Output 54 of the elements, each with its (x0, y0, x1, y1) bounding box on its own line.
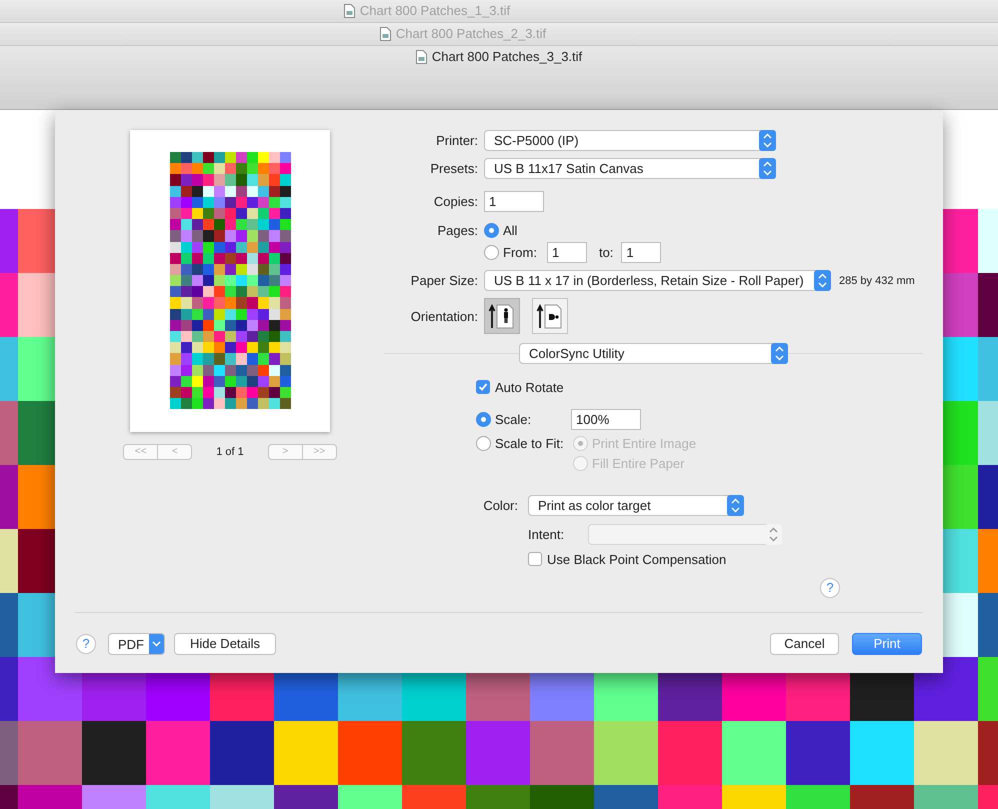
stepper-icon (759, 158, 776, 179)
document-icon (416, 50, 427, 64)
stepper-icon (771, 343, 788, 364)
option-label: All (503, 222, 518, 238)
landscape-orientation-icon (536, 302, 564, 330)
radio-button[interactable] (476, 412, 491, 427)
option-label: Print Entire Image (592, 436, 696, 450)
to-page-field[interactable]: 1 (621, 242, 662, 262)
from-page-field[interactable]: 1 (546, 242, 587, 262)
field-label: Presets: (429, 161, 478, 176)
copies-field[interactable]: 1 (484, 191, 544, 212)
field-label: Printer: (435, 133, 478, 148)
panel-dropdown[interactable]: ColorSync Utility (519, 343, 788, 364)
window-title: Chart 800 Patches_3_3.tif (432, 49, 582, 65)
hide-details-button[interactable]: Hide Details (174, 633, 276, 655)
radio-button[interactable] (484, 244, 499, 260)
stepper-icon (765, 524, 782, 545)
page-indicator: 1 of 1 (216, 446, 244, 458)
checkbox-label: Use Black Point Compensation (547, 552, 726, 566)
field-label: Intent: (528, 527, 566, 542)
field-label: Color: (482, 498, 518, 513)
stepper-icon (759, 130, 776, 151)
orientation-button[interactable] (532, 298, 568, 334)
checkbox[interactable] (476, 380, 490, 394)
field-label: Pages: (436, 222, 478, 238)
option-label: Scale: (495, 412, 532, 427)
option-label: Fill Entire Paper (592, 456, 684, 470)
window-title: Chart 800 Patches_1_3.tif (360, 3, 510, 19)
pdf-menu-button[interactable]: PDF (108, 633, 165, 655)
window-title: Chart 800 Patches_2_3.tif (396, 26, 546, 42)
presets-dropdown[interactable]: US B 11x17 Satin Canvas (484, 158, 776, 179)
radio-button[interactable] (476, 436, 491, 450)
stepper-icon (814, 270, 831, 291)
checkbox[interactable] (528, 552, 542, 566)
radio-button[interactable] (484, 222, 499, 238)
cancel-button[interactable]: Cancel (770, 633, 839, 655)
printer-dropdown[interactable]: SC-P5000 (IP) (484, 130, 776, 151)
field-label: Orientation: (410, 308, 478, 324)
color-dropdown[interactable]: Print as color target (528, 495, 744, 516)
portrait-orientation-icon (488, 302, 516, 330)
document-icon (380, 27, 391, 41)
caret-icon (149, 634, 164, 654)
field-label: to: (598, 244, 614, 260)
stepper-icon (727, 495, 744, 516)
paper-size-dropdown[interactable]: US B 11 x 17 in (Borderless, Retain Size - Roll Paper) (484, 270, 831, 291)
field-label: Copies: (432, 194, 478, 209)
orientation-button[interactable] (484, 298, 520, 334)
option-label: From: (503, 244, 537, 260)
document-icon (344, 4, 355, 18)
paper-dimensions: 285 by 432 mm (839, 274, 915, 286)
checkbox-label: Auto Rotate (495, 380, 564, 394)
option-label: Scale to Fit: (495, 436, 564, 450)
scale-field[interactable]: 100% (571, 409, 641, 430)
field-label: Paper Size: (410, 273, 478, 288)
